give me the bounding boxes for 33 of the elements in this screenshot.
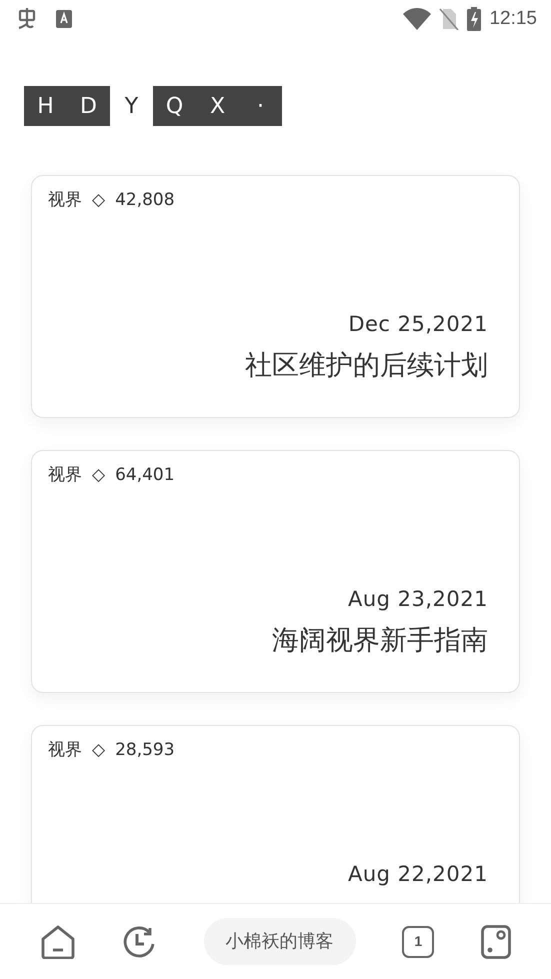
post-date: Aug 22,2021 [348,860,488,888]
logo-letter: Y [124,92,140,120]
site-title-button[interactable]: 小棉袄的博客 [204,918,356,965]
post-card[interactable]: 视界 ◇ 28,593 Aug 22,2021 [31,725,520,903]
category-label: 视界 [48,189,82,212]
post-card[interactable]: 视界 ◇ 42,808 Dec 25,2021 社区维护的后续计划 [31,175,520,418]
clock-time: 12:15 [489,6,537,31]
post-date: Dec 25,2021 [348,310,488,338]
post-date: Aug 23,2021 [348,586,488,612]
logo-letter: X [208,92,226,120]
diamond-icon: ◇ [92,188,106,214]
home-icon[interactable] [40,924,76,958]
logo-letter: H [36,92,55,120]
keyboard-icon [56,10,72,28]
tab-count-button[interactable]: 1 [402,926,434,958]
diamond-icon: ◇ [92,463,106,488]
logo-letter: Q [164,92,184,120]
logo-letter: · [256,92,265,120]
battery-icon [467,7,482,31]
post-title: 海阔视界新手指南 [272,624,488,658]
history-icon[interactable] [122,924,157,958]
category-label: 视界 [48,739,82,762]
dice-icon[interactable] [481,924,511,958]
diamond-icon: ◇ [92,738,106,764]
view-count: 42,808 [115,189,175,212]
no-sim-icon [439,8,460,30]
post-title: 社区维护的后续计划 [245,349,488,383]
category-label: 视界 [48,464,82,487]
view-count: 28,593 [115,739,175,762]
post-card[interactable]: 视界 ◇ 64,401 Aug 23,2021 海阔视界新手指南 [31,450,520,693]
wifi-icon [403,8,432,30]
view-count: 64,401 [115,464,175,487]
logo-letter: D [79,92,98,120]
